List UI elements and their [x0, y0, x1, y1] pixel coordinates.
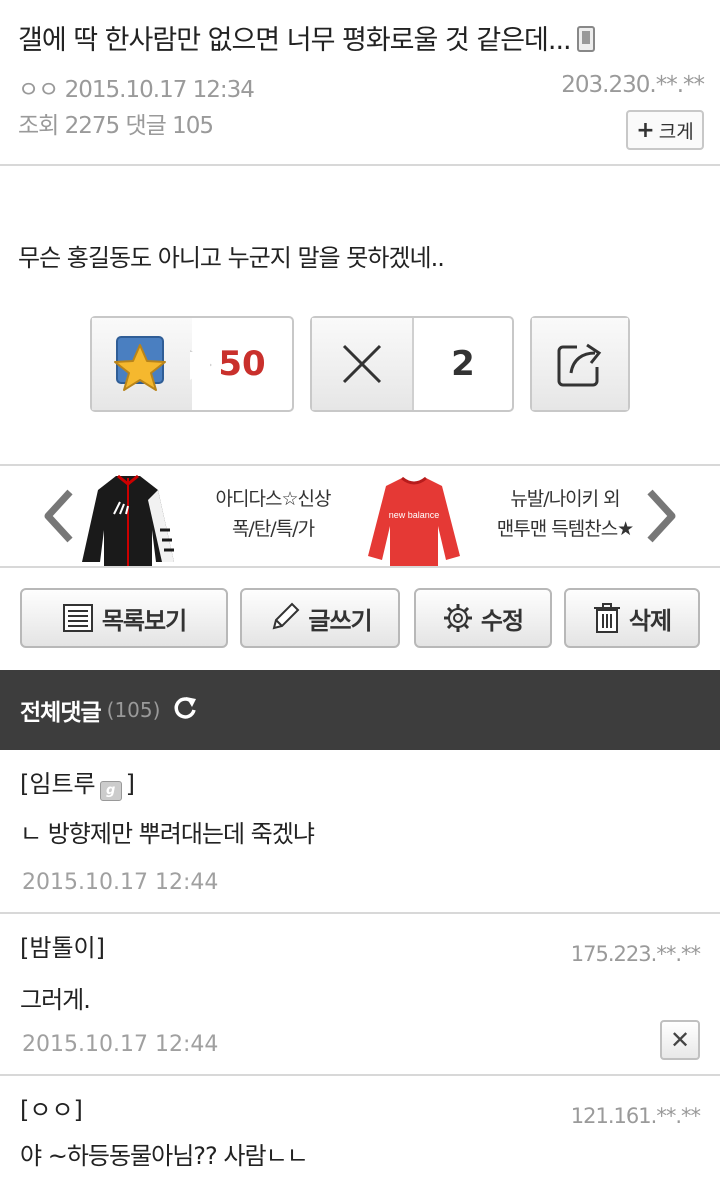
comment-ip: 121.161.**.** — [570, 1104, 701, 1128]
comment-author[interactable]: [ㅇㅇ] — [20, 1090, 83, 1125]
comment-date: 2015.10.17 12:44 — [22, 1032, 219, 1057]
comment-item: [임트루 g] ㄴ 방향제만 뿌려대는데 죽겠냐 2015.10.17 12:44 — [0, 750, 720, 914]
share-icon — [532, 318, 628, 410]
comment-delete-button[interactable]: ✕ — [660, 1020, 700, 1060]
ad-item2-text[interactable]: 뉴발/나이키 외 맨투맨 득템찬스★ — [480, 484, 650, 544]
post-datetime: 2015.10.17 12:34 — [64, 77, 255, 103]
edit-button[interactable]: 수정 — [414, 588, 552, 648]
post-stats: 조회 2275 댓글 105 — [18, 113, 214, 139]
comments-header: 전체댓글 (105) — [0, 670, 720, 750]
delete-button[interactable]: 삭제 — [564, 588, 700, 648]
downvote-button[interactable]: 2 — [310, 316, 514, 412]
list-button[interactable]: 목록보기 — [20, 588, 228, 648]
comment-author[interactable]: [임트루 g] — [20, 764, 135, 801]
comment-author[interactable]: [밤톨이] — [20, 928, 105, 963]
upvote-button[interactable]: 50 — [90, 316, 294, 412]
comment-item: [ㅇㅇ] 121.161.**.** 야 ~하등동물아님?? 사람ㄴㄴ — [0, 1076, 720, 1179]
post-title: 갤에 딱 한사람만 없으면 너무 평화로울 것 같은데... — [18, 18, 595, 57]
newbalance-sweatshirt-image[interactable]: new balance — [364, 470, 464, 566]
comments-count: (105) — [106, 698, 161, 722]
upvote-count: 50 — [192, 318, 292, 410]
ad-item1-text[interactable]: 아디다스☆신상 폭/탄/특/가 — [198, 484, 348, 544]
post-actions: 목록보기 글쓰기 수정 삭제 — [0, 588, 720, 648]
plus-icon: + — [636, 117, 655, 143]
gallog-icon: g — [99, 781, 122, 801]
view-count: 2275 — [64, 113, 121, 139]
refresh-icon[interactable] — [172, 695, 198, 725]
list-icon — [62, 604, 93, 632]
comment-item: [밤톨이] 175.223.**.** 그러게. 2015.10.17 12:4… — [0, 914, 720, 1076]
chevron-right-icon[interactable] — [644, 486, 680, 556]
downvote-count: 2 — [412, 318, 512, 410]
comment-date: 2015.10.17 12:44 — [22, 870, 219, 895]
post-body: 무슨 홍길동도 아니고 누군지 말을 못하겠네.. — [18, 244, 445, 272]
post-author-date: ㅇㅇ 2015.10.17 12:34 — [18, 70, 255, 104]
comment-text: 그러게. — [20, 986, 91, 1014]
comments-title: 전체댓글 — [20, 700, 102, 726]
comment-ip: 175.223.**.** — [570, 942, 701, 966]
svg-text:new balance: new balance — [389, 510, 440, 520]
comment-text: 야 ~하등동물아님?? 사람ㄴㄴ — [20, 1142, 309, 1170]
trash-icon — [593, 603, 620, 633]
star-icon — [92, 318, 192, 410]
write-button[interactable]: 글쓰기 — [240, 588, 400, 648]
close-icon: ✕ — [669, 1026, 691, 1054]
post-author[interactable]: ㅇㅇ — [18, 77, 59, 103]
pencil-icon — [273, 602, 300, 630]
post-header: 갤에 딱 한사람만 없으면 너무 평화로울 것 같은데... ㅇㅇ 2015.1… — [0, 0, 720, 166]
chevron-left-icon[interactable] — [40, 486, 76, 556]
comment-text: ㄴ 방향제만 뿌려대는데 죽겠냐 — [20, 820, 315, 848]
share-button[interactable] — [530, 316, 630, 412]
mobile-icon — [576, 26, 595, 52]
ad-banner[interactable]: 아디다스☆신상 폭/탄/특/가 new balance 뉴발/나이키 외 맨투맨… — [0, 464, 720, 568]
close-icon — [312, 318, 412, 410]
post-ip: 203.230.**.** — [561, 72, 705, 98]
font-size-button[interactable]: + 크게 — [626, 110, 704, 150]
adidas-jacket-image[interactable] — [78, 470, 178, 566]
gear-icon — [443, 604, 472, 632]
comment-count: 105 — [172, 113, 214, 139]
